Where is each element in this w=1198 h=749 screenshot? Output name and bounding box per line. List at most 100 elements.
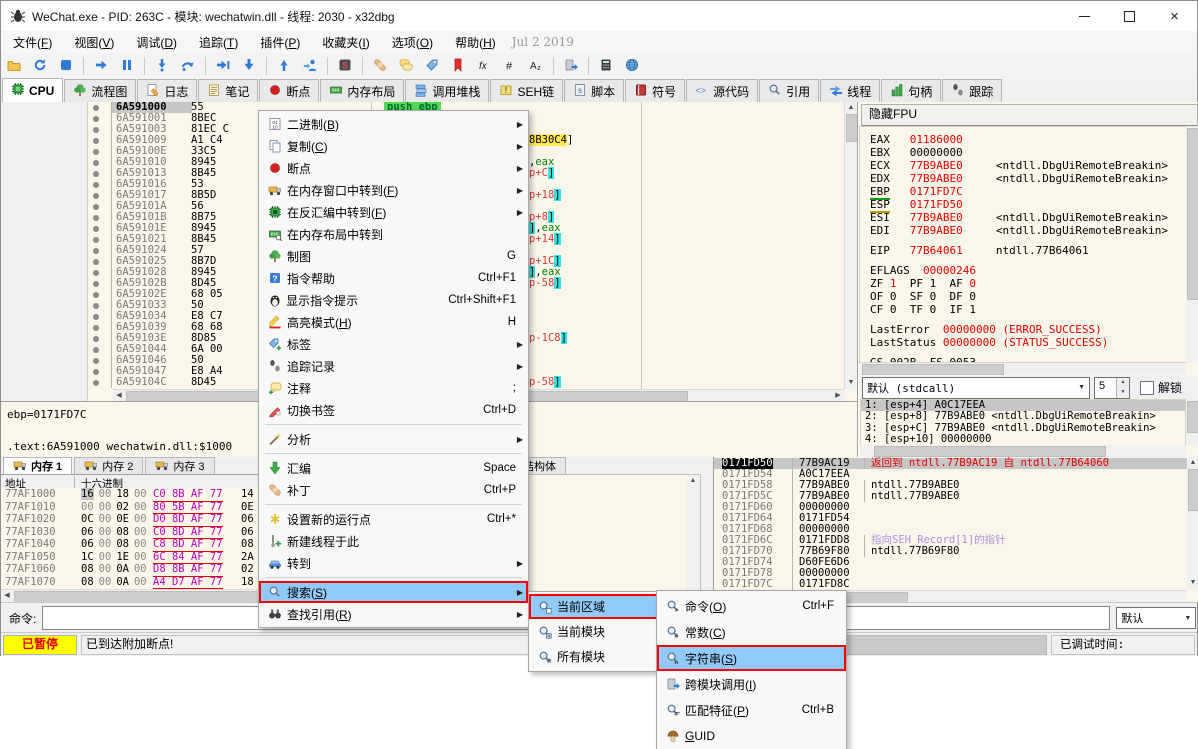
run-button[interactable] <box>89 55 113 77</box>
tab-笔记[interactable]: 笔记 <box>198 79 258 102</box>
context-menu-item-20[interactable]: 设置新的运行点Ctrl+* <box>259 508 528 530</box>
breakpoint-dot-icon[interactable] <box>93 259 99 265</box>
breakpoint-dot-icon[interactable] <box>93 182 99 188</box>
breakpoint-dot-icon[interactable] <box>93 369 99 375</box>
bookmarks-button[interactable] <box>446 55 470 77</box>
breakpoint-dot-icon[interactable] <box>93 171 99 177</box>
breakpoint-dot-icon[interactable] <box>93 281 99 287</box>
tab-断点[interactable]: 断点 <box>259 79 319 102</box>
register-line[interactable]: ZF 1 PF 1 AF 0 <box>870 277 1186 290</box>
tab-cpu[interactable]: CPU <box>2 78 63 102</box>
breakpoint-dot-icon[interactable] <box>93 138 99 144</box>
stack-row[interactable]: 0171FD5077B9AC19返回到 ntdll.77B9AC19 自 ntd… <box>714 458 1198 469</box>
breakpoint-dot-icon[interactable] <box>93 248 99 254</box>
register-line[interactable]: LastStatus 00000000 (STATUS_SUCCESS) <box>870 336 1186 349</box>
intermodule-calls-button[interactable] <box>559 55 583 77</box>
stack-row[interactable]: 0171FD5C77B9ABE0ntdll.77B9ABE0 <box>714 491 1198 502</box>
hide-fpu-button[interactable]: 隐藏FPU <box>861 104 1198 126</box>
breakpoint-dot-icon[interactable] <box>93 149 99 155</box>
tab-跟踪[interactable]: 跟踪 <box>942 79 1002 102</box>
context-menu-item-24[interactable]: 搜索(S)▶ <box>259 581 528 603</box>
close-button[interactable]: × <box>1152 1 1197 31</box>
stack-vscroll[interactable]: ▲ ▼ <box>1187 457 1198 589</box>
context-menu-item-3[interactable]: 在内存窗口中转到(F)▶ <box>259 179 528 201</box>
run-to-user-code-button[interactable] <box>211 55 235 77</box>
tab-源代码[interactable]: <>源代码 <box>686 79 758 102</box>
register-list[interactable]: EAX 01186000EBX 00000000ECX 77B9ABE0 <nt… <box>859 126 1186 363</box>
watch-vscroll[interactable]: ▲ ▼ <box>687 475 700 601</box>
context-menu-item-1[interactable]: 复制(C)▶ <box>259 135 528 157</box>
tab-内存布局[interactable]: 内存布局 <box>320 79 404 102</box>
registers-hscroll[interactable] <box>860 363 1186 375</box>
tab-调用堆栈[interactable]: 调用堆栈 <box>405 79 489 102</box>
context-menu-item-12[interactable]: 注释; <box>259 377 528 399</box>
context-menu-item-15[interactable]: 分析▶ <box>259 428 528 450</box>
tab-流程图[interactable]: 流程图 <box>64 79 136 102</box>
tab-脚本[interactable]: s脚本 <box>564 79 624 102</box>
menubar-item-1[interactable]: 视图(V) <box>64 32 124 53</box>
labels-button[interactable] <box>420 55 444 77</box>
register-line[interactable]: OF 0 SF 0 DF 0 <box>870 290 1186 303</box>
disasm-vscroll[interactable]: ▲ ▼ <box>844 102 858 389</box>
pause-button[interactable] <box>115 55 139 77</box>
tab-日志[interactable]: 日志 <box>137 79 197 102</box>
menubar-item-5[interactable]: 收藏夹(I) <box>312 32 379 53</box>
unlock-checkbox[interactable] <box>1140 381 1154 395</box>
register-line[interactable]: GS 002B FS 0053 <box>870 356 1186 363</box>
register-line[interactable]: EIP 77B64061 ntdll.77B64061 <box>870 244 1186 257</box>
breakpoint-dot-icon[interactable] <box>93 215 99 221</box>
context-menu-item-5[interactable]: 在内存布局中转到 <box>259 223 528 245</box>
register-line[interactable]: LastError 00000000 (ERROR_SUCCESS) <box>870 323 1186 336</box>
seh-badge-button[interactable]: S <box>333 55 357 77</box>
attach-step-button[interactable] <box>298 55 322 77</box>
breakpoint-dot-icon[interactable] <box>93 237 99 243</box>
comments-button[interactable] <box>394 55 418 77</box>
breakpoint-dot-icon[interactable] <box>93 105 99 111</box>
register-line[interactable]: EFLAGS 00000246 <box>870 264 1186 277</box>
arg-count-stepper[interactable]: 5 ▲▼ <box>1094 377 1130 399</box>
breakpoint-dot-icon[interactable] <box>93 127 99 133</box>
internet-button[interactable] <box>620 55 644 77</box>
calling-convention-select[interactable]: 默认 (stdcall) ▼ <box>862 377 1090 399</box>
breakpoint-dot-icon[interactable] <box>93 116 99 122</box>
menubar-item-3[interactable]: 追踪(T) <box>189 32 248 53</box>
args-hscroll[interactable] <box>860 445 1186 457</box>
context-menu-item-4[interactable]: 在反汇编中转到(F)▶ <box>259 201 528 223</box>
context-menu-item-17[interactable]: 汇编Space <box>259 457 528 479</box>
stack-row[interactable]: 0171FD640171FD54 <box>714 513 1198 524</box>
hash-button[interactable]: # <box>498 55 522 77</box>
dump-tab-内存1[interactable]: 内存 1 <box>3 457 72 474</box>
tab-符号[interactable]: 符号 <box>625 79 685 102</box>
breakpoint-dot-icon[interactable] <box>93 303 99 309</box>
search-type-item-3[interactable]: 跨模块调用(I) <box>657 671 846 697</box>
execute-till-return-button[interactable] <box>237 55 261 77</box>
breakpoint-dot-icon[interactable] <box>93 193 99 199</box>
function-button[interactable]: fx <box>472 55 496 77</box>
context-menu-item-25[interactable]: 查找引用(R)▶ <box>259 603 528 625</box>
search-type-item-0[interactable]: >命令(O)Ctrl+F <box>657 593 846 619</box>
register-line[interactable]: EBX 00000000 <box>870 146 1186 159</box>
context-menu-item-7[interactable]: ?指令帮助Ctrl+F1 <box>259 267 528 289</box>
register-line[interactable]: EAX 01186000 <box>870 133 1186 146</box>
register-line[interactable]: CF 0 TF 0 IF 1 <box>870 303 1186 316</box>
search-type-item-5[interactable]: GUID <box>657 723 846 749</box>
context-menu-item-11[interactable]: 追踪记录▶ <box>259 355 528 377</box>
open-file-button[interactable] <box>2 55 26 77</box>
maximize-button[interactable] <box>1107 1 1152 31</box>
register-line[interactable]: ESP 0171FD50 <box>870 198 1186 211</box>
argument-row[interactable]: 2: [esp+8] 77B9ABE0 <ntdll.DbgUiRemoteBr… <box>861 411 1185 422</box>
stack-row[interactable]: 0171FD6000000000 <box>714 502 1198 513</box>
case-button[interactable]: Az <box>524 55 548 77</box>
register-line[interactable]: ECX 77B9ABE0 <ntdll.DbgUiRemoteBreakin> <box>870 159 1186 172</box>
dump-tab-内存3[interactable]: 内存 3 <box>145 457 214 474</box>
step-out-button[interactable] <box>272 55 296 77</box>
menubar-item-0[interactable]: 文件(F) <box>3 32 62 53</box>
context-menu-item-9[interactable]: 高亮模式(H)H <box>259 311 528 333</box>
breakpoint-dot-icon[interactable] <box>93 380 99 386</box>
menubar-item-6[interactable]: 选项(O) <box>382 32 443 53</box>
tab-线程[interactable]: 线程 <box>820 79 880 102</box>
breakpoint-dot-icon[interactable] <box>93 325 99 331</box>
tab-seh链[interactable]: !SEH链 <box>490 79 563 102</box>
stack-row[interactable]: 0171FD74D60FE6D6 <box>714 557 1198 568</box>
register-line[interactable]: EDI 77B9ABE0 <ntdll.DbgUiRemoteBreakin> <box>870 224 1186 237</box>
